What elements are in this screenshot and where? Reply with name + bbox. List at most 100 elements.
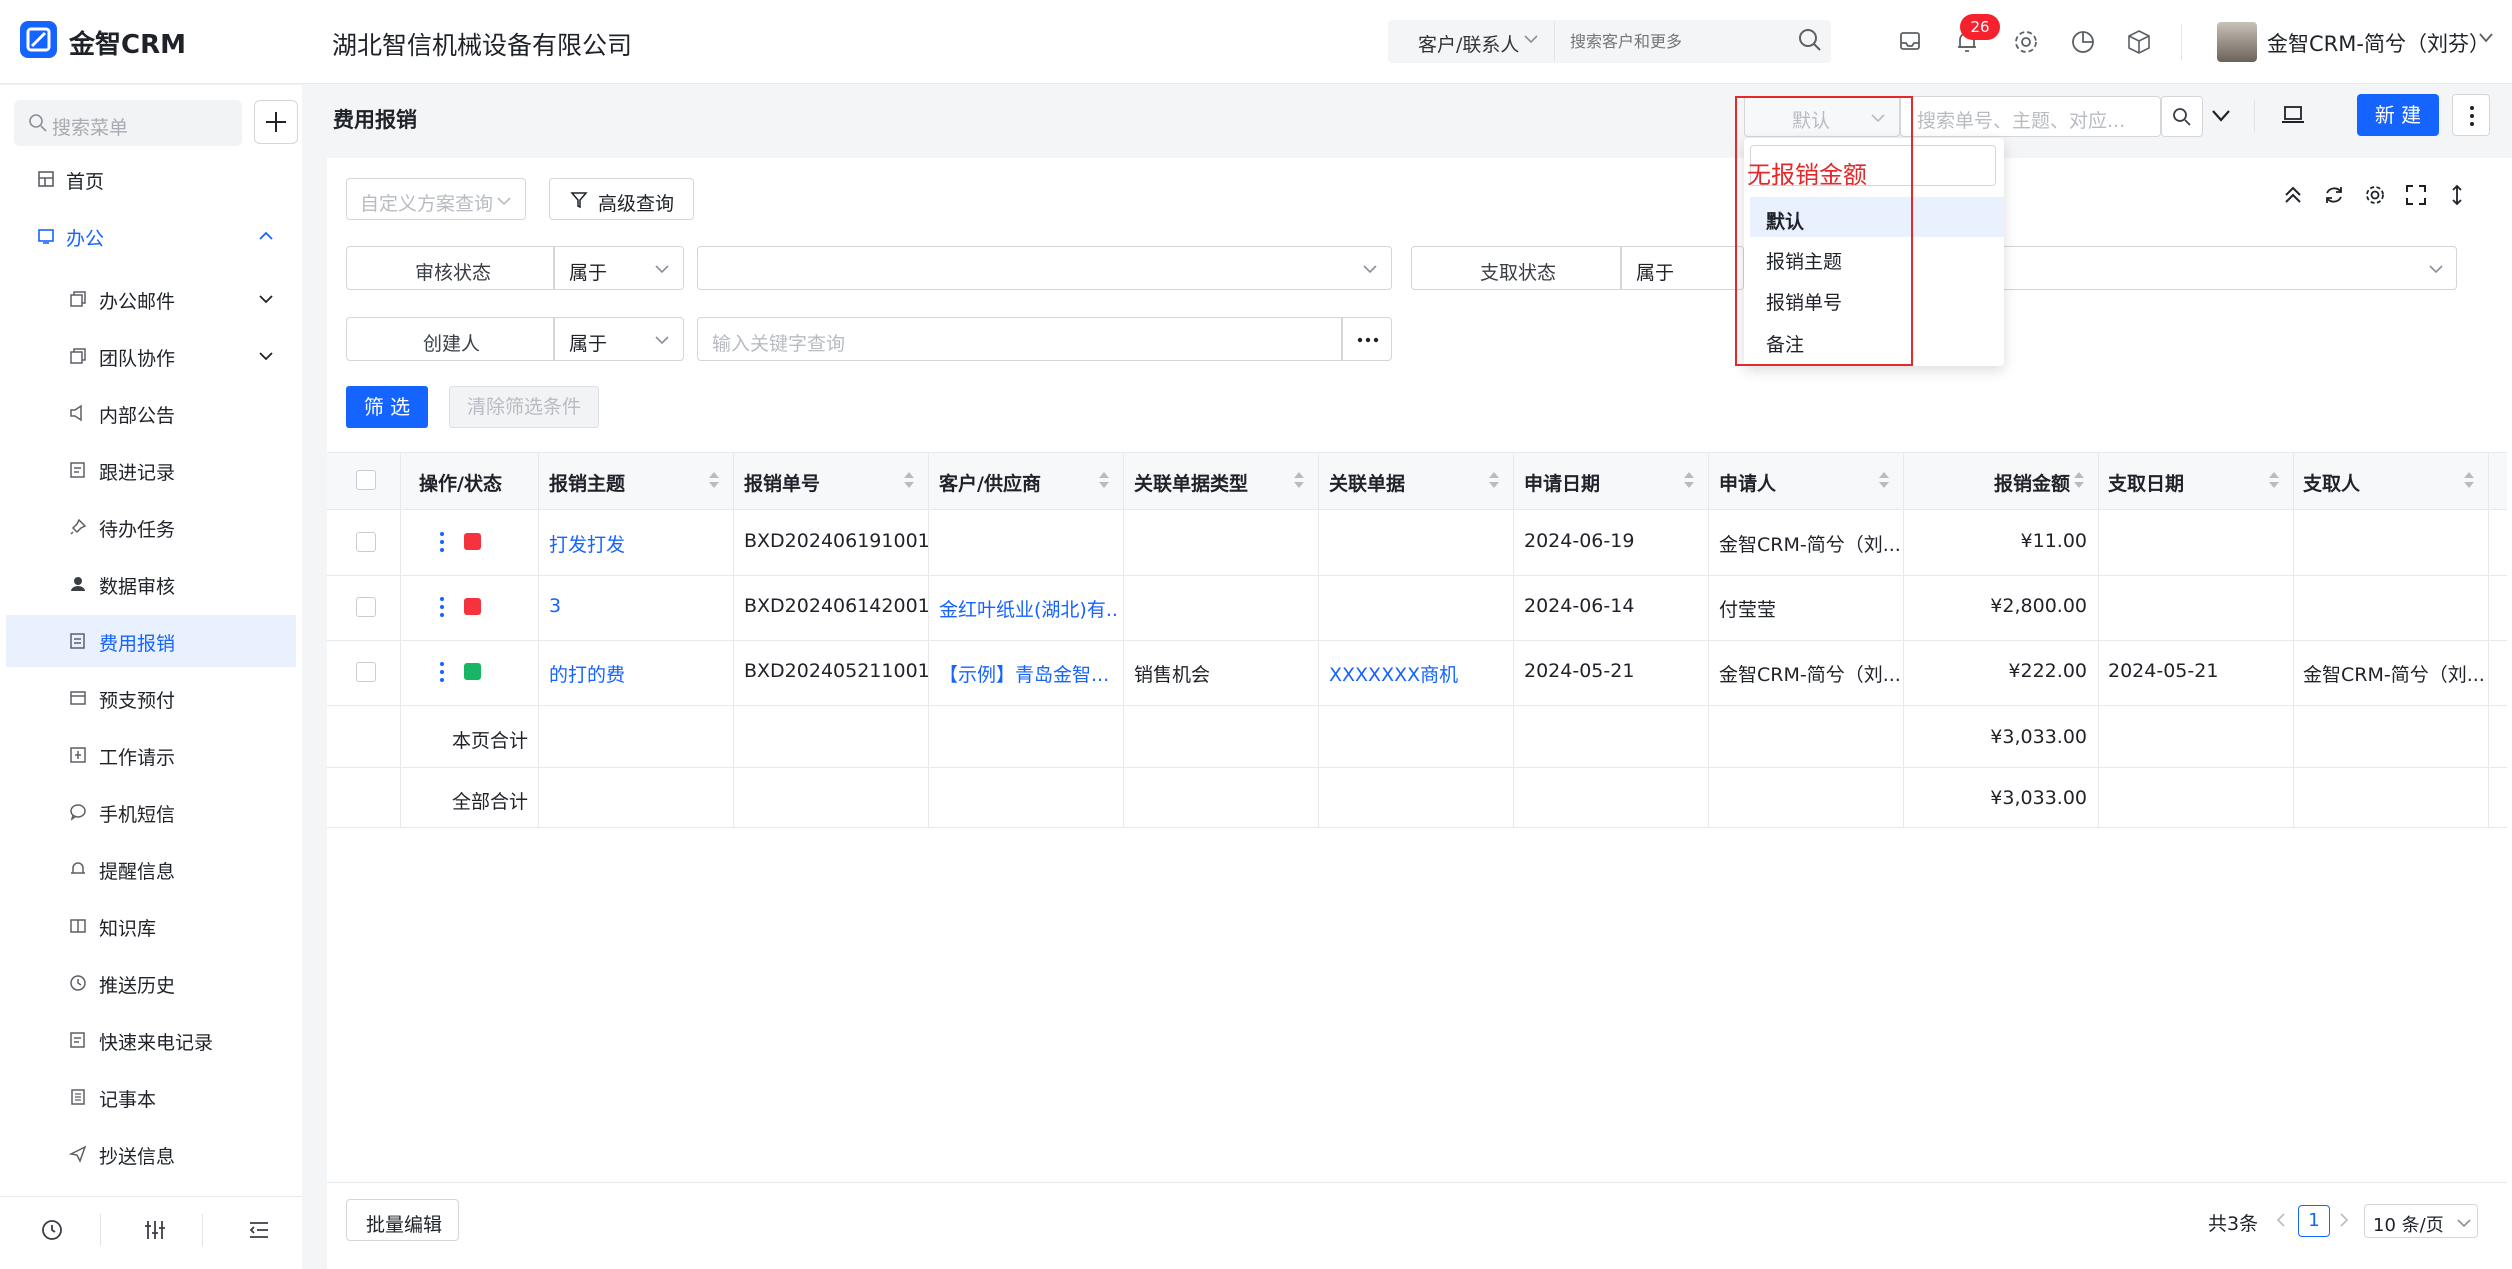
audit-status-value-select[interactable]: [697, 246, 1392, 290]
sidebar-item-history[interactable]: 推送历史: [6, 957, 296, 1009]
applicant: 付莹莹: [1719, 599, 1777, 621]
sort-icon[interactable]: [1488, 471, 1500, 489]
sidebar-item-task[interactable]: 待办任务: [6, 501, 296, 553]
page-size-select[interactable]: 10 条/页: [2364, 1204, 2478, 1238]
sort-icon[interactable]: [2463, 471, 2475, 489]
row-height-icon[interactable]: [2446, 184, 2468, 206]
sidebar-item-audit[interactable]: 数据审核: [6, 558, 296, 610]
sidebar-item-home[interactable]: 首页: [6, 153, 296, 205]
sidebar-item-sms[interactable]: 手机短信: [6, 786, 296, 838]
sidebar-item-label: 数据审核: [99, 576, 176, 598]
sidebar-item-followup[interactable]: 跟进记录: [6, 444, 296, 496]
subject-link[interactable]: 打发打发: [549, 530, 625, 557]
sidebar-item-office[interactable]: 办公: [6, 210, 296, 262]
more-vertical-icon[interactable]: [439, 596, 445, 618]
sidebar-item-request[interactable]: 工作请示: [6, 729, 296, 781]
column-header-amount[interactable]: 报销金额: [1994, 469, 2070, 496]
sliders-icon[interactable]: [143, 1218, 167, 1242]
creator-keyword-input[interactable]: 输入关键字查询: [697, 317, 1342, 361]
column-header-apply-date[interactable]: 申请日期: [1524, 469, 1600, 496]
app-logo-icon[interactable]: [20, 21, 57, 58]
user-avatar[interactable]: [2217, 22, 2257, 62]
column-header-related-type[interactable]: 关联单据类型: [1134, 469, 1248, 496]
sidebar-item-notebook[interactable]: 记事本: [6, 1071, 296, 1123]
sidebar-item-label: 记事本: [99, 1089, 157, 1111]
sidebar-item-cc[interactable]: 抄送信息: [6, 1128, 296, 1180]
payout-status-value-select[interactable]: [1996, 246, 2457, 290]
column-header-payee[interactable]: 支取人: [2303, 469, 2360, 496]
row-checkbox[interactable]: [356, 532, 376, 552]
sort-icon[interactable]: [1683, 471, 1695, 489]
creator-picker-button[interactable]: [1342, 317, 1392, 361]
collapse-menu-icon[interactable]: [247, 1218, 271, 1242]
sort-icon[interactable]: [1878, 471, 1890, 489]
global-search-input[interactable]: [1570, 32, 1770, 51]
sort-icon[interactable]: [903, 471, 915, 489]
sort-icon[interactable]: [1293, 471, 1305, 489]
sort-icon[interactable]: [2268, 471, 2280, 489]
add-menu-button[interactable]: [254, 100, 298, 144]
column-header-customer[interactable]: 客户/供应商: [939, 469, 1041, 496]
sort-icon[interactable]: [2073, 471, 2085, 489]
column-header-number[interactable]: 报销单号: [744, 469, 820, 496]
sort-icon[interactable]: [1098, 471, 1110, 489]
audit-status-operator-select[interactable]: 属于: [554, 246, 684, 290]
pie-chart-icon[interactable]: [2070, 29, 2096, 55]
chevron-down-icon[interactable]: [2211, 109, 2231, 123]
chevron-down-icon[interactable]: [2478, 32, 2494, 44]
batch-edit-label: 批量编辑: [366, 1214, 443, 1236]
batch-edit-button[interactable]: 批量编辑: [346, 1199, 459, 1241]
settings-gear-icon[interactable]: [2364, 184, 2386, 206]
sidebar-item-prepay[interactable]: 预支预付: [6, 672, 296, 724]
chevron-right-icon[interactable]: [2339, 1213, 2349, 1227]
payout-status-operator-select[interactable]: 属于: [1621, 246, 1744, 290]
advanced-search-label: 高级查询: [598, 193, 675, 215]
more-vertical-icon[interactable]: [439, 661, 445, 683]
subject-link[interactable]: 的打的费: [549, 660, 625, 687]
creator-operator-select[interactable]: 属于: [554, 317, 684, 361]
history-icon[interactable]: [40, 1218, 64, 1242]
cube-icon[interactable]: [2126, 29, 2152, 55]
select-all-checkbox[interactable]: [356, 470, 376, 490]
sidebar-item-team[interactable]: 团队协作: [6, 330, 296, 382]
column-header-pay-date[interactable]: 支取日期: [2108, 469, 2184, 496]
refresh-icon[interactable]: [2323, 184, 2345, 206]
list-search-button[interactable]: [2161, 96, 2203, 137]
subject-link[interactable]: 3: [549, 595, 561, 617]
fullscreen-icon[interactable]: [2405, 184, 2427, 206]
settings-gear-icon[interactable]: [2013, 29, 2039, 55]
more-vertical-icon[interactable]: [439, 531, 445, 553]
user-name[interactable]: 金智CRM-简兮（刘芬）: [2267, 28, 2490, 58]
clear-filter-button[interactable]: 清除筛选条件: [449, 386, 599, 428]
table-row[interactable]: [327, 576, 2507, 640]
laptop-icon[interactable]: [2281, 104, 2305, 126]
sidebar-item-expense[interactable]: 费用报销: [6, 615, 296, 667]
inbox-icon[interactable]: [1898, 30, 1922, 54]
search-icon[interactable]: [1798, 28, 1822, 52]
search-scope-select[interactable]: 客户/联系人: [1418, 30, 1519, 57]
sidebar-item-knowledge[interactable]: 知识库: [6, 900, 296, 952]
new-button[interactable]: 新 建: [2357, 94, 2439, 136]
sidebar-item-announcement[interactable]: 内部公告: [6, 387, 296, 439]
column-header-applicant[interactable]: 申请人: [1719, 469, 1776, 496]
sidebar-item-reminder[interactable]: 提醒信息: [6, 843, 296, 895]
scheme-select[interactable]: 自定义方案查询: [346, 178, 526, 220]
list-search-input[interactable]: 搜索单号、主题、对应...: [1900, 96, 2161, 137]
column-header-subject[interactable]: 报销主题: [549, 469, 625, 496]
page-number[interactable]: 1: [2298, 1205, 2330, 1237]
more-actions-button[interactable]: [2452, 94, 2490, 136]
sort-icon[interactable]: [708, 471, 720, 489]
advanced-search-button[interactable]: 高级查询: [549, 178, 694, 220]
customer-link[interactable]: 【示例】青岛金智...: [939, 660, 1119, 687]
filter-button[interactable]: 筛 选: [346, 386, 428, 428]
customer-link[interactable]: 金红叶纸业(湖北)有...: [939, 595, 1119, 622]
chevron-left-icon[interactable]: [2276, 1213, 2286, 1227]
row-checkbox[interactable]: [356, 597, 376, 617]
collapse-up-icon[interactable]: [2282, 184, 2304, 206]
sidebar-item-call[interactable]: 快速来电记录: [6, 1014, 296, 1066]
column-header-related-doc[interactable]: 关联单据: [1329, 469, 1405, 496]
row-checkbox[interactable]: [356, 662, 376, 682]
related-doc-link[interactable]: XXXXXXX商机: [1329, 660, 1458, 687]
table-row[interactable]: [327, 511, 2507, 575]
sidebar-item-mail[interactable]: 办公邮件: [6, 273, 296, 325]
